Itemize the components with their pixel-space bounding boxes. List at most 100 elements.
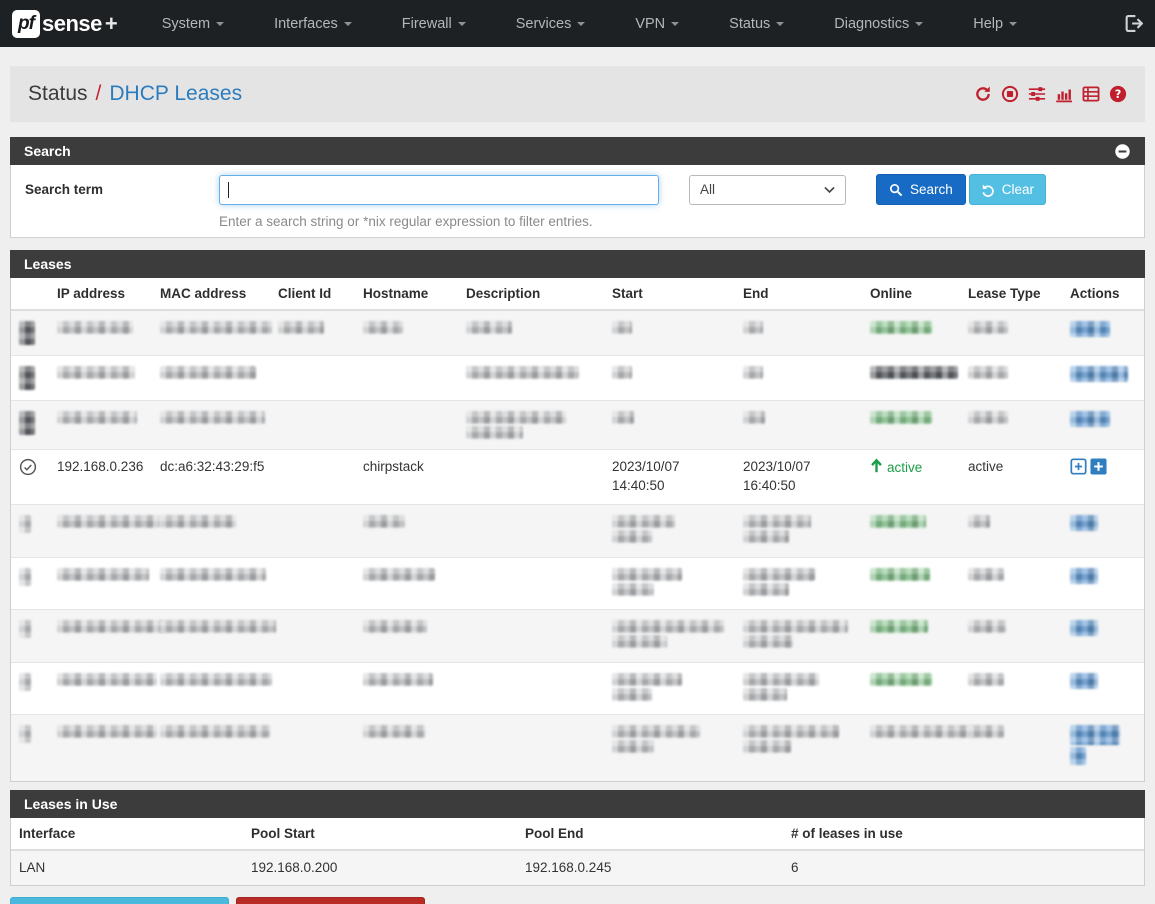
caret-down-icon (915, 22, 923, 26)
lease-cell-icon (11, 663, 49, 715)
clear-all-dhcp-leases-button[interactable]: Clear all DHCP leases (236, 897, 425, 904)
redacted-line (160, 673, 262, 686)
lease-row (11, 558, 1144, 610)
redacted-actions[interactable] (1070, 673, 1098, 689)
lease-cell-start (604, 401, 735, 450)
nav-item-diagnostics[interactable]: Diagnostics (834, 16, 923, 32)
redacted-line (1070, 321, 1136, 337)
minus-circle-icon[interactable] (1114, 143, 1131, 160)
redacted-line (870, 673, 952, 686)
breadcrumb-separator: / (96, 82, 102, 106)
lease-row (11, 663, 1144, 715)
redacted-actions[interactable] (1070, 725, 1120, 745)
redacted-start (612, 568, 682, 581)
record-icon[interactable] (1001, 85, 1019, 103)
sliders-icon[interactable] (1028, 85, 1046, 103)
redacted-icon (19, 411, 35, 435)
pfsense-logo-plus: + (105, 11, 118, 37)
nav-item-label: VPN (635, 16, 665, 32)
lease-cell-icon (11, 715, 49, 781)
nav-item-services[interactable]: Services (516, 16, 586, 32)
refresh-icon[interactable] (974, 85, 992, 103)
svg-text:?: ? (1115, 88, 1122, 101)
show-all-configured-leases-button[interactable]: Show all configured leases (10, 897, 229, 904)
redacted-line (466, 321, 596, 334)
redacted-line (1070, 620, 1136, 636)
redacted-line (57, 515, 144, 528)
col--of-leases-in-use: # of leases in use (783, 818, 1144, 850)
redacted-end (743, 635, 793, 648)
redacted-line (968, 568, 1054, 581)
redacted-line (612, 411, 727, 424)
redacted-icon (19, 515, 31, 533)
pfsense-logo[interactable]: pf sense + (12, 10, 118, 38)
redacted-clientid (278, 321, 324, 334)
redacted-line (363, 620, 450, 633)
redacted-mac (160, 725, 270, 738)
redacted-icon (19, 321, 35, 345)
redacted-line (612, 688, 727, 701)
nav-item-help[interactable]: Help (973, 16, 1017, 32)
col-interface: Interface (11, 818, 243, 850)
lease-cell-actions (1062, 310, 1144, 356)
clear-button[interactable]: Clear (969, 174, 1046, 205)
nav-item-interfaces[interactable]: Interfaces (274, 16, 352, 32)
redacted-online (870, 725, 974, 738)
redacted-actions[interactable] (1070, 747, 1086, 765)
redacted-line (743, 321, 854, 334)
logout-button[interactable] (1124, 14, 1143, 33)
col-client-id: Client Id (270, 278, 355, 310)
lease-row (11, 505, 1144, 558)
search-button[interactable]: Search (876, 174, 966, 205)
redacted-hostname (363, 515, 405, 528)
search-panel: Search Search term All Searc (10, 137, 1145, 238)
plus-square-outline-icon[interactable] (1070, 458, 1087, 481)
redacted-actions[interactable] (1070, 568, 1098, 584)
lease-cell-start (604, 505, 735, 558)
nav-item-vpn[interactable]: VPN (635, 16, 679, 32)
nav-item-firewall[interactable]: Firewall (402, 16, 466, 32)
col-lease-type: Lease Type (960, 278, 1062, 310)
lease-cell-leasetype (960, 715, 1062, 781)
redacted-actions[interactable] (1070, 515, 1098, 531)
help-icon[interactable]: ? (1109, 85, 1127, 103)
redacted-line (363, 725, 450, 738)
redacted-line (1070, 568, 1136, 584)
redacted-line (968, 673, 1054, 686)
redacted-start (612, 530, 652, 543)
lease-cell-hostname (355, 715, 458, 781)
table-icon[interactable] (1082, 85, 1100, 103)
redacted-actions[interactable] (1070, 321, 1110, 337)
lease-cell-actions (1062, 610, 1144, 663)
sign-out-icon (1124, 14, 1143, 33)
lease-cell-mac (152, 558, 270, 610)
bar-chart-icon[interactable] (1055, 85, 1073, 103)
leases-in-use-cell-1: 192.168.0.200 (243, 850, 517, 886)
plus-square-solid-icon[interactable] (1090, 458, 1107, 481)
redacted-actions[interactable] (1070, 411, 1110, 427)
redacted-line (160, 568, 262, 581)
redacted-line (743, 688, 854, 701)
lease-cell-hostname (355, 558, 458, 610)
col-status-icon (11, 278, 49, 310)
search-panel-body: Search term All Search (11, 165, 1144, 237)
redacted-icon (19, 620, 31, 638)
col-actions: Actions (1062, 278, 1144, 310)
lease-cell-clientid (270, 715, 355, 781)
redacted-line (870, 568, 952, 581)
nav-item-status[interactable]: Status (729, 16, 784, 32)
redacted-leasetype (968, 725, 1004, 738)
search-scope-select[interactable]: All (689, 175, 846, 205)
lease-actions (1070, 458, 1136, 481)
search-input[interactable] (219, 175, 659, 205)
redacted-actions[interactable] (1070, 366, 1128, 382)
redacted-end (743, 530, 789, 543)
nav-item-system[interactable]: System (162, 16, 224, 32)
redacted-actions[interactable] (1070, 620, 1098, 636)
lease-cell-ip (49, 663, 152, 715)
lease-cell-start (604, 558, 735, 610)
breadcrumb-page-link[interactable]: DHCP Leases (109, 82, 242, 106)
pfsense-logo-sense: sense (42, 11, 102, 37)
col-pool-start: Pool Start (243, 818, 517, 850)
redacted-mac (160, 321, 272, 334)
